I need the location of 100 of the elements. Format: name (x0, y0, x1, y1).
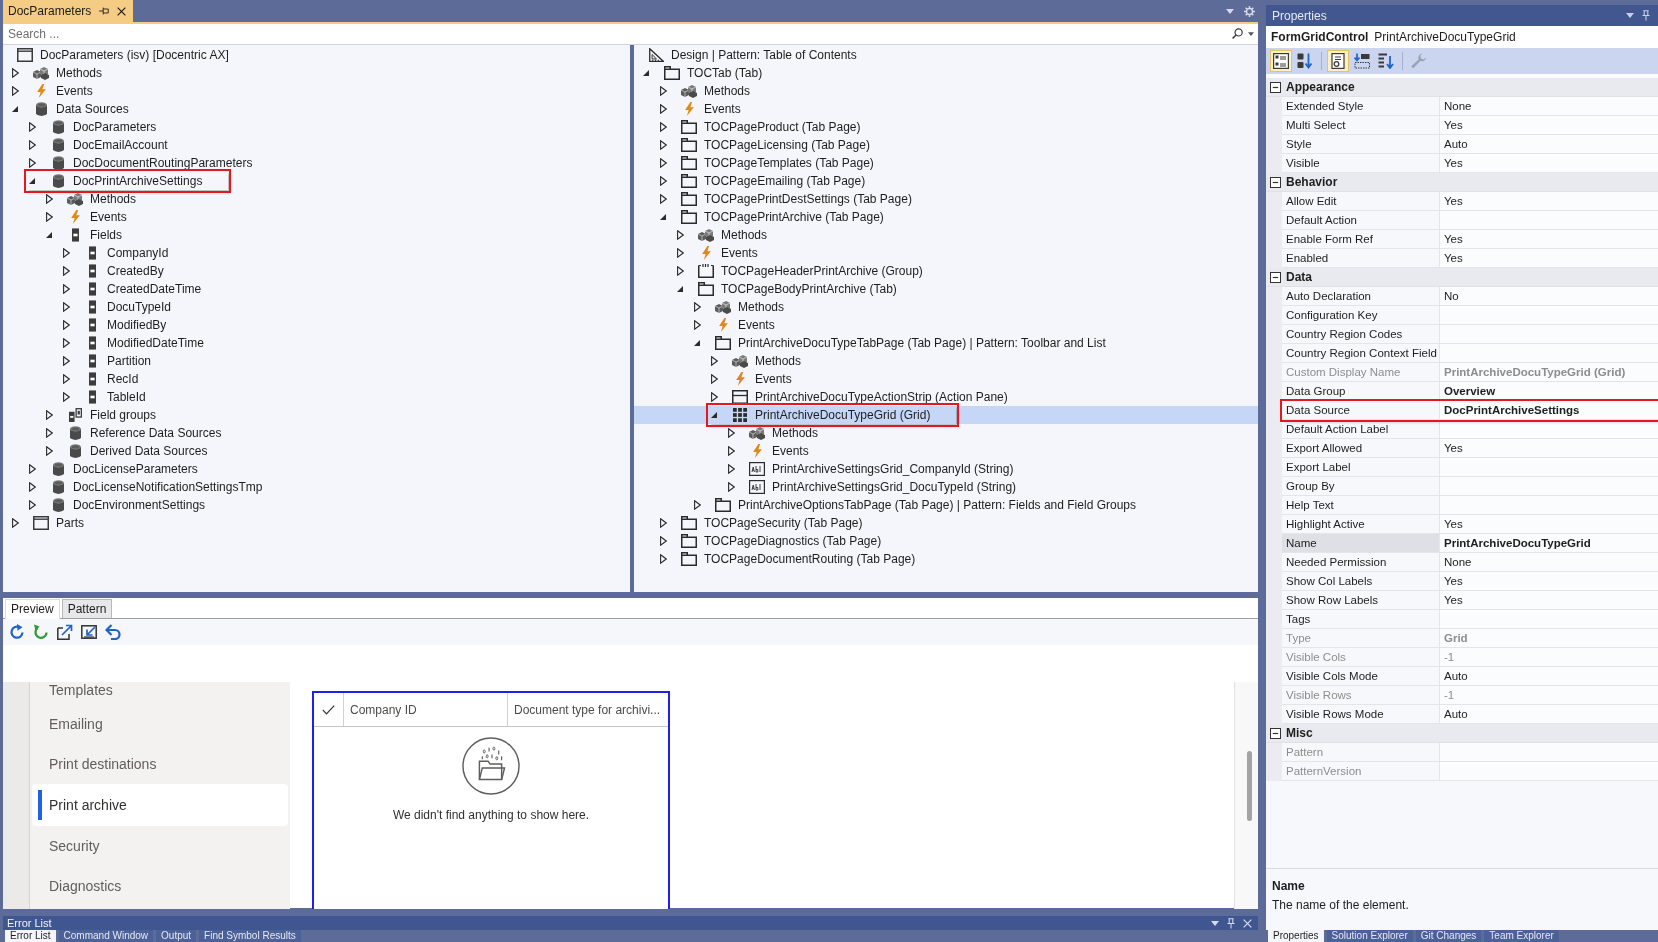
window-arrow-icon[interactable] (57, 624, 73, 640)
tree-item[interactable]: PrintArchiveOptionsTabPage (Tab Page) | Pattern: Fields and Field Groups (692, 496, 1139, 514)
nav-item[interactable]: Diagnostics (3, 866, 290, 906)
tree-item[interactable]: Field groups (44, 406, 160, 424)
property-row[interactable]: Show Col Labels Yes (1282, 572, 1658, 591)
property-value[interactable]: Yes (1440, 230, 1658, 248)
tree-item[interactable]: Events (44, 208, 130, 226)
property-row[interactable]: Multi Select Yes (1282, 116, 1658, 135)
tree-item[interactable]: TOCPagePrintDestSettings (Tab Page) (658, 190, 915, 208)
collapsed-arrow-icon[interactable] (676, 230, 684, 240)
expanded-arrow-icon[interactable] (660, 214, 666, 220)
nav-item[interactable]: Templates (3, 682, 290, 704)
collapsed-arrow-icon[interactable] (659, 194, 667, 204)
expanded-arrow-icon[interactable] (29, 178, 35, 184)
collapsed-arrow-icon[interactable] (676, 248, 684, 258)
collapsed-arrow-icon[interactable] (659, 140, 667, 150)
property-row[interactable]: Country Region Context Field (1282, 344, 1658, 363)
tree-item[interactable]: TOCPageProduct (Tab Page) (658, 118, 864, 136)
search-field[interactable]: Search ... (3, 24, 1258, 44)
property-value[interactable]: Yes (1440, 249, 1658, 267)
collapsed-arrow-icon[interactable] (28, 482, 36, 492)
collapsed-arrow-icon[interactable] (710, 374, 718, 384)
collapsed-arrow-icon[interactable] (727, 446, 735, 456)
property-value[interactable]: Yes (1440, 439, 1658, 457)
tree-item[interactable]: DocParameters (isv) [Docentric AX] (16, 46, 232, 64)
collapsed-arrow-icon[interactable] (62, 266, 70, 276)
collapsed-arrow-icon[interactable] (727, 428, 735, 438)
scrollbar-thumb[interactable] (1247, 751, 1252, 821)
collapsed-arrow-icon[interactable] (693, 500, 701, 510)
undo-icon[interactable] (105, 624, 121, 640)
property-row[interactable]: Show Row Labels Yes (1282, 591, 1658, 610)
property-row[interactable]: Visible Rows Mode Auto (1282, 705, 1658, 724)
property-row[interactable]: Needed Permission None (1282, 553, 1658, 572)
property-value[interactable]: DocPrintArchiveSettings (1440, 401, 1658, 419)
tool-window-tab[interactable]: Solution Explorer (1326, 930, 1413, 942)
collapsed-arrow-icon[interactable] (62, 374, 70, 384)
tree-item[interactable]: Methods (692, 298, 788, 316)
tree-item[interactable]: Derived Data Sources (44, 442, 211, 460)
tree-item[interactable]: PrintArchiveSettingsGrid_DocuTypeId (String) (726, 478, 1020, 496)
property-row[interactable]: Group By (1282, 477, 1658, 496)
tree-item[interactable]: TOCPagePrintArchive (Tab Page) (658, 208, 887, 226)
property-value[interactable]: None (1440, 97, 1658, 115)
scrollbar-track[interactable] (1234, 682, 1258, 909)
tree-item[interactable]: Methods (709, 352, 805, 370)
property-value[interactable]: Auto (1440, 667, 1658, 685)
settings-icon[interactable] (1244, 5, 1255, 17)
dropdown-icon[interactable] (1626, 13, 1634, 18)
nav-item[interactable]: Print destinations (3, 744, 290, 784)
category-header[interactable]: Behavior (1266, 173, 1658, 192)
tree-item[interactable]: PrintArchiveDocuTypeTabPage (Tab Page) | Pattern: Toolbar and List (692, 334, 1109, 352)
property-row[interactable]: Visible Cols Mode Auto (1282, 667, 1658, 686)
property-row[interactable]: Configuration Key (1282, 306, 1658, 325)
tree-item[interactable]: Fields (44, 226, 125, 244)
tree-item[interactable]: DocParameters (27, 118, 160, 136)
collapsed-arrow-icon[interactable] (62, 338, 70, 348)
expanded-arrow-icon[interactable] (46, 232, 52, 238)
tree-item[interactable]: DocLicenseParameters (27, 460, 201, 478)
minus-box-icon[interactable] (1270, 727, 1281, 739)
property-value[interactable]: Auto (1440, 135, 1658, 153)
tree-item[interactable]: DocuTypeId (61, 298, 175, 316)
tree-item[interactable]: TOCPageSecurity (Tab Page) (658, 514, 866, 532)
tree-item[interactable]: TOCPageDocumentRouting (Tab Page) (658, 550, 919, 568)
tree-item[interactable]: Methods (675, 226, 771, 244)
tree-item[interactable]: DocEnvironmentSettings (27, 496, 209, 514)
collapsed-arrow-icon[interactable] (710, 392, 718, 402)
collapsed-arrow-icon[interactable] (727, 464, 735, 474)
refresh-icon[interactable] (9, 624, 25, 640)
property-row[interactable]: Allow Edit Yes (1282, 192, 1658, 211)
collapsed-arrow-icon[interactable] (62, 302, 70, 312)
collapsed-arrow-icon[interactable] (11, 68, 19, 78)
check-icon[interactable] (322, 704, 335, 715)
tree-item[interactable]: ModifiedDateTime (61, 334, 207, 352)
property-row[interactable]: Export Label (1282, 458, 1658, 477)
property-value[interactable]: Yes (1440, 154, 1658, 172)
categorized-view-button[interactable] (1270, 50, 1292, 72)
property-row[interactable]: Visible Yes (1282, 154, 1658, 173)
tree-item[interactable]: TOCTab (Tab) (641, 64, 766, 82)
collapsed-arrow-icon[interactable] (659, 536, 667, 546)
property-value[interactable]: Yes (1440, 192, 1658, 210)
property-value[interactable]: Yes (1440, 515, 1658, 533)
collapsed-arrow-icon[interactable] (659, 554, 667, 564)
property-value[interactable]: Auto (1440, 705, 1658, 723)
document-tab[interactable]: DocParameters (3, 0, 134, 22)
property-row[interactable]: Extended Style None (1282, 97, 1658, 116)
expanded-arrow-icon[interactable] (677, 286, 683, 292)
property-value[interactable]: Overview (1440, 382, 1658, 400)
tree-item[interactable]: CompanyId (61, 244, 172, 262)
collapsed-arrow-icon[interactable] (11, 86, 19, 96)
tree-item[interactable]: TOCPageEmailing (Tab Page) (658, 172, 869, 190)
tree-item[interactable]: Methods (10, 64, 106, 82)
property-value[interactable]: Yes (1440, 116, 1658, 134)
view-tab[interactable]: Preview (5, 599, 60, 619)
tool-window-tab[interactable]: Team Explorer (1484, 930, 1559, 942)
property-row[interactable]: Auto Declaration No (1282, 287, 1658, 306)
minus-box-icon[interactable] (1270, 81, 1281, 93)
collapsed-arrow-icon[interactable] (659, 104, 667, 114)
property-row[interactable]: Export Allowed Yes (1282, 439, 1658, 458)
property-value[interactable]: None (1440, 553, 1658, 571)
tree-item[interactable]: Events (726, 442, 812, 460)
property-row[interactable]: Enable Form Ref Yes (1282, 230, 1658, 249)
